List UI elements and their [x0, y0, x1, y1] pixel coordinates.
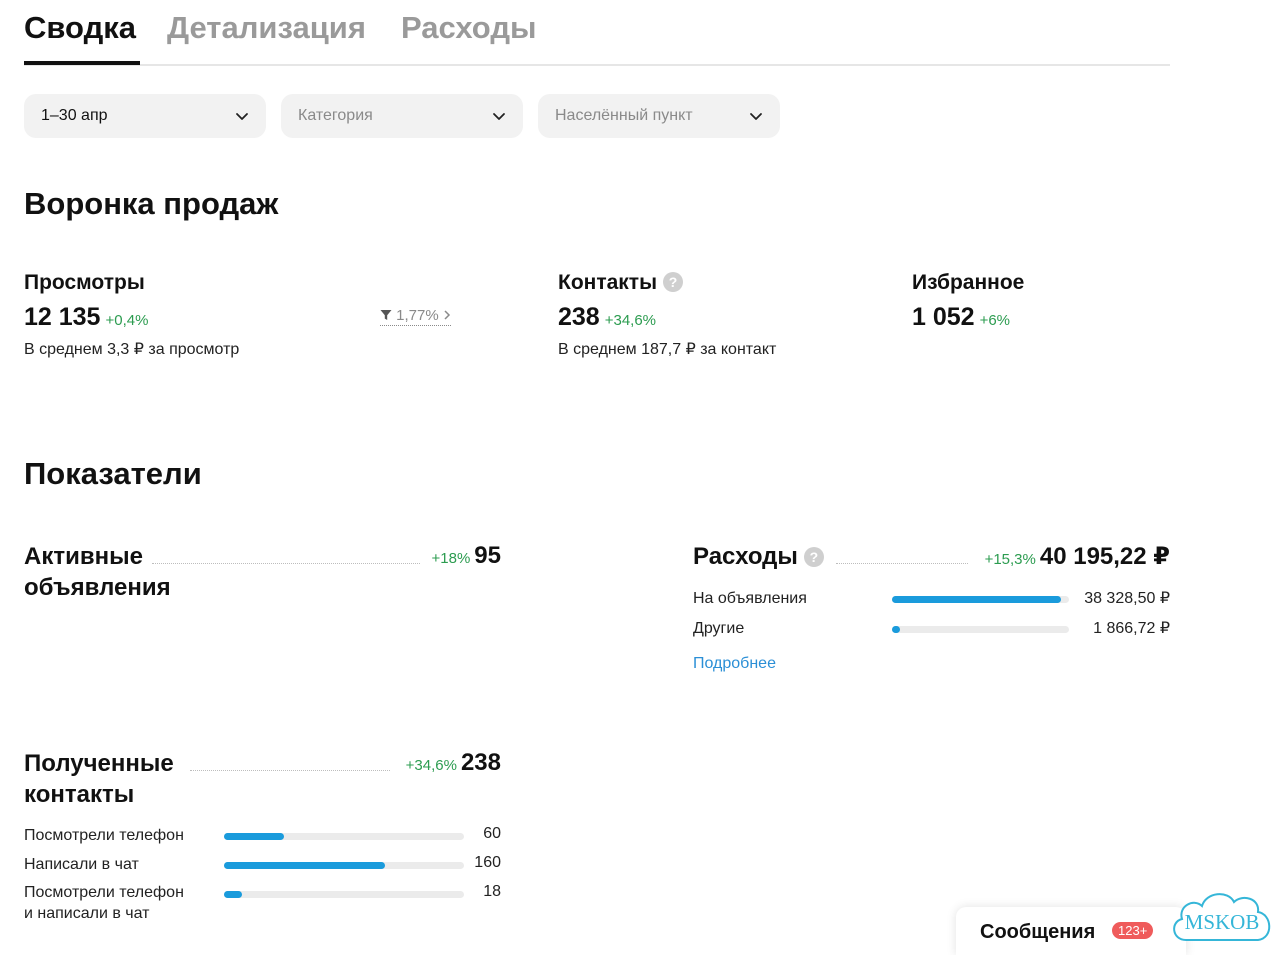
expenses-other-bar — [892, 626, 1069, 633]
contacts-delta: +34,6% — [604, 312, 657, 329]
active-ads-value: +18% 95 — [432, 542, 502, 570]
chevron-down-icon — [236, 113, 248, 120]
question-icon[interactable]: ? — [803, 547, 824, 567]
expenses-ads-label: На объявления — [693, 590, 807, 607]
funnel-title: Воронка продаж — [24, 186, 279, 221]
expenses-delta: +15,3% — [984, 551, 1036, 568]
contacts-average: В среднем 187,7 ₽ за контакт — [558, 341, 777, 358]
favorites-delta: +6% — [979, 312, 1011, 329]
expenses-more-link[interactable]: Подробнее — [693, 655, 776, 673]
cloud-logo-icon: MSKOB — [1173, 893, 1271, 941]
chevron-down-icon — [750, 113, 762, 120]
tab-details[interactable]: Детализация — [167, 10, 366, 46]
contacts-both-bar — [224, 891, 464, 898]
messages-badge: 123+ — [1112, 922, 1154, 939]
contacts-chat-value: 160 — [474, 854, 501, 871]
expenses-ads-value: 38 328,50 ₽ — [1084, 590, 1170, 607]
active-ads-title-line2: объявления — [24, 574, 171, 601]
views-average: В среднем 3,3 ₽ за просмотр — [24, 341, 240, 358]
favorites-value: 1 052 +6% — [912, 303, 1010, 332]
received-contacts-title-line2: контакты — [24, 781, 135, 808]
received-contacts-delta: +34,6% — [405, 757, 457, 774]
active-ads-title: Активные объявления — [24, 541, 171, 603]
question-icon[interactable]: ? — [663, 272, 684, 292]
active-ads-number: 95 — [474, 542, 501, 569]
views-delta: +0,4% — [105, 312, 149, 329]
contacts-chat-bar — [224, 862, 464, 869]
views-value: 12 135 +0,4% — [24, 303, 148, 332]
contacts-number: 238 — [558, 303, 600, 331]
received-contacts-leader — [190, 770, 390, 771]
views-label: Просмотры — [24, 271, 145, 294]
favorites-label: Избранное — [912, 271, 1025, 294]
tab-expenses[interactable]: Расходы — [401, 10, 537, 46]
contacts-chat-bar-fill — [224, 862, 386, 869]
messages-label: Сообщения — [980, 921, 1096, 943]
expenses-ads-bar-fill — [892, 596, 1061, 603]
watermark-logo: MSKOB — [1166, 884, 1278, 952]
expenses-number: 40 195,22 ₽ — [1039, 543, 1170, 570]
category-placeholder: Категория — [298, 107, 373, 124]
category-dropdown[interactable]: Категория — [281, 94, 523, 138]
expenses-value: +15,3% 40 195,22 ₽ — [985, 542, 1170, 571]
contacts-phone-label: Посмотрели телефон — [24, 827, 184, 844]
indicators-title: Показатели — [24, 456, 202, 491]
expenses-title-text: Расходы — [693, 543, 798, 570]
contacts-value: 238 +34,6% — [558, 303, 656, 332]
contacts-both-label-line2: и написали в чат — [24, 905, 150, 922]
expenses-leader — [836, 563, 968, 564]
active-ads-leader — [152, 563, 420, 564]
views-number: 12 135 — [24, 303, 101, 331]
period-value: 1–30 апр — [41, 107, 108, 124]
received-contacts-number: 238 — [460, 749, 501, 776]
active-tab-underline — [24, 61, 140, 65]
contacts-both-label: Посмотрели телефон и написали в чат — [24, 882, 184, 924]
received-contacts-title: Полученные контакты — [24, 748, 174, 810]
city-dropdown[interactable]: Населённый пункт — [538, 94, 780, 138]
contacts-chat-label: Написали в чат — [24, 856, 139, 873]
tab-bar: Сводка Детализация Расходы — [24, 0, 1170, 66]
funnel-filter-icon — [380, 310, 392, 320]
contacts-label-text: Контакты — [558, 271, 658, 294]
watermark-text: MSKOB — [1185, 910, 1260, 934]
expenses-other-value: 1 866,72 ₽ — [1093, 620, 1170, 637]
received-contacts-value: +34,6% 238 — [406, 749, 501, 777]
active-ads-title-line1: Активные — [24, 543, 143, 570]
favorites-number: 1 052 — [912, 303, 975, 331]
expenses-other-label: Другие — [693, 620, 745, 637]
contacts-both-value: 18 — [483, 883, 501, 900]
expenses-other-bar-fill — [892, 626, 901, 633]
expenses-ads-bar — [892, 596, 1069, 603]
contacts-phone-bar — [224, 833, 464, 840]
contacts-both-bar-fill — [224, 891, 243, 898]
contacts-phone-value: 60 — [483, 825, 501, 842]
city-placeholder: Населённый пункт — [555, 107, 693, 124]
contacts-both-label-line1: Посмотрели телефон — [24, 884, 184, 901]
contacts-phone-bar-fill — [224, 833, 285, 840]
conversion-value: 1,77% — [396, 307, 439, 324]
chevron-down-icon — [493, 113, 505, 120]
chevron-right-icon — [444, 310, 450, 320]
expenses-title: Расходы? — [693, 541, 824, 572]
period-dropdown[interactable]: 1–30 апр — [24, 94, 266, 138]
contacts-label: Контакты? — [558, 271, 684, 295]
messages-widget[interactable]: Сообщения 123+ — [956, 907, 1186, 955]
active-ads-delta: +18% — [431, 550, 471, 567]
tab-summary[interactable]: Сводка — [24, 10, 136, 46]
views-conversion-link[interactable]: 1,77% — [380, 307, 451, 326]
received-contacts-title-line1: Полученные — [24, 750, 174, 777]
